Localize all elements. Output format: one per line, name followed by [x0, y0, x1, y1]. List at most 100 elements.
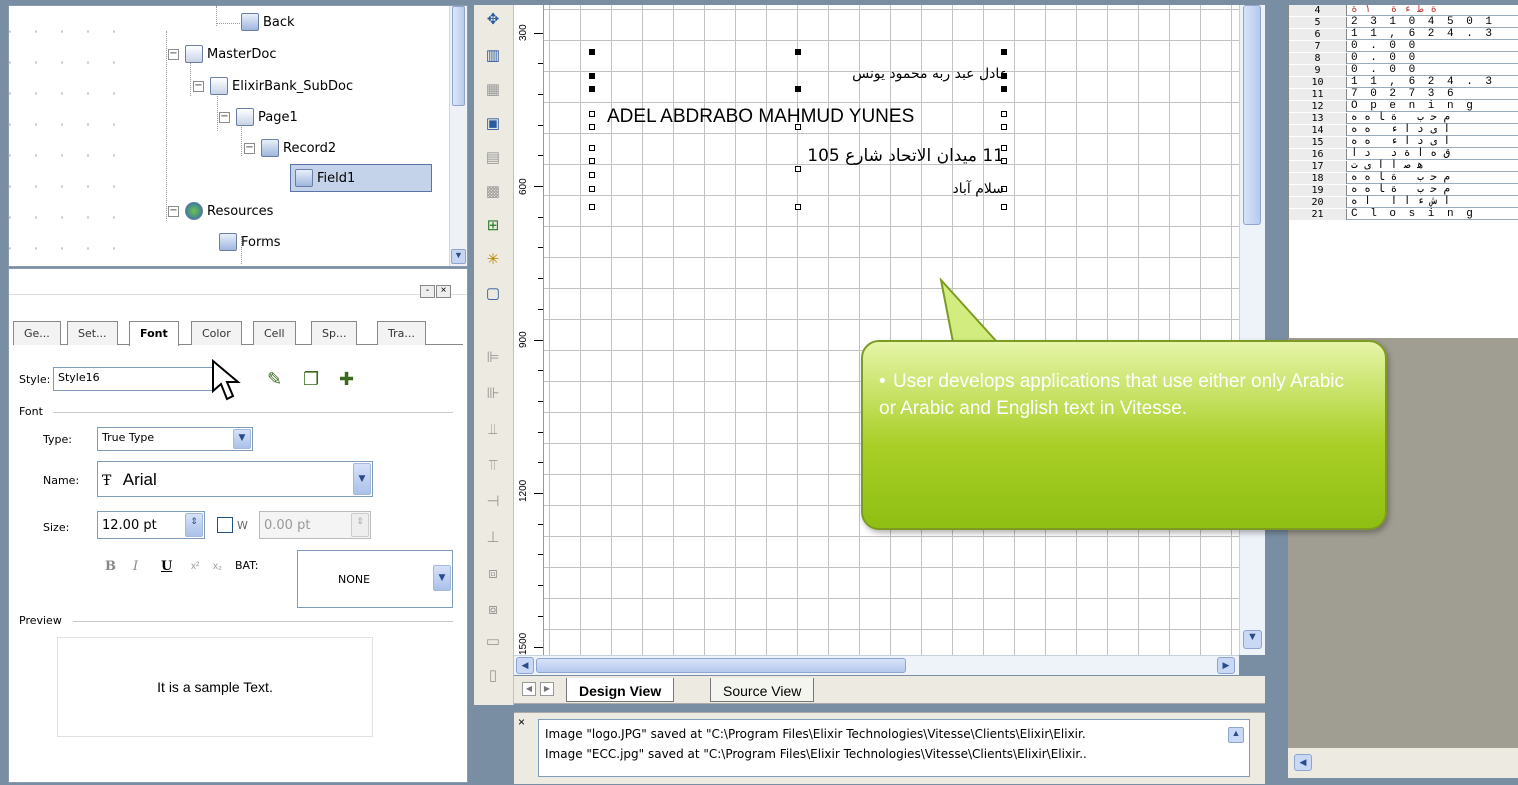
tree-item-field1[interactable]: Field1: [290, 164, 432, 192]
tab-transform[interactable]: Tra...: [377, 321, 426, 345]
selection-handle[interactable]: [1001, 204, 1007, 210]
collapse-icon[interactable]: −: [219, 111, 230, 123]
tab-color[interactable]: Color: [191, 321, 242, 345]
distribute-vertical-icon[interactable]: ⧇: [482, 599, 504, 621]
tree-item-page1[interactable]: − Page1: [219, 106, 298, 128]
tree-item-record2[interactable]: − Record2: [244, 137, 336, 159]
spinner-icon[interactable]: ⇕: [185, 513, 203, 537]
row-cells[interactable]: م ﺣ ب ة ﺎ ﻩ ﻩ: [1351, 185, 1450, 196]
city-field[interactable]: سلام آباد: [953, 181, 1005, 197]
row-cells[interactable]: C l o s i n g: [1351, 209, 1476, 220]
superscript-button[interactable]: x²: [191, 561, 199, 572]
subscript-button[interactable]: x₂: [213, 561, 222, 572]
align-right-icon[interactable]: ⊪: [482, 383, 504, 405]
align-left-icon[interactable]: ⊫: [482, 347, 504, 369]
chevron-down-icon[interactable]: ▼: [233, 429, 251, 449]
scrollbar-thumb[interactable]: [536, 658, 906, 673]
tree-item-elixirbank-subdoc[interactable]: − ElixirBank_SubDoc: [193, 75, 353, 97]
pointer-tool-icon[interactable]: ✥: [482, 9, 504, 31]
barcode-tool-icon[interactable]: ✳: [482, 249, 504, 271]
row-cells[interactable]: م ﺣ ب ة ﺎ ﻩ ﻩ: [1351, 113, 1450, 124]
selection-handle[interactable]: [795, 49, 801, 55]
row-cells[interactable]: 0 . 0 0: [1351, 53, 1418, 64]
text-tool-icon[interactable]: ▤: [482, 147, 504, 169]
selection-handle[interactable]: [1001, 124, 1007, 130]
selection-handle[interactable]: [795, 166, 801, 172]
width-checkbox[interactable]: [217, 517, 233, 533]
tab-font[interactable]: Font: [129, 321, 179, 346]
canvas-vertical-scrollbar[interactable]: ▼: [1239, 5, 1265, 655]
scroll-down-icon[interactable]: ▼: [451, 249, 466, 264]
address-field[interactable]: 11 ميدان الاتحاد شارع 105: [807, 146, 1004, 166]
collapse-icon[interactable]: −: [244, 142, 255, 154]
row-cells[interactable]: ﻕ ﻩ ا ة ﺩ ﺩ ا: [1351, 149, 1450, 160]
tree-item-forms[interactable]: Forms: [219, 231, 281, 253]
minimize-icon[interactable]: -: [420, 285, 435, 298]
row-cells[interactable]: 0 . 0 0: [1351, 65, 1418, 76]
tab-source-view[interactable]: Source View: [710, 678, 815, 702]
selection-handle[interactable]: [589, 145, 595, 151]
align-top-icon[interactable]: ⫪: [482, 455, 504, 477]
tab-scroll-right-icon[interactable]: ▶: [540, 682, 554, 696]
scroll-up-icon[interactable]: ▲: [1228, 727, 1244, 743]
canvas-horizontal-scrollbar[interactable]: ◀ ▶: [514, 655, 1239, 675]
english-name-field[interactable]: ADEL ABDRABO MAHMUD YUNES: [607, 106, 914, 128]
collapse-icon[interactable]: −: [168, 48, 179, 60]
collapse-icon[interactable]: −: [193, 80, 204, 92]
selection-handle[interactable]: [589, 172, 595, 178]
output-log[interactable]: Image "logo.JPG" saved at "C:\Program Fi…: [538, 719, 1250, 777]
row-cells[interactable]: ا ى ﺩ ا ﺀ ﻩ ﻩ: [1351, 137, 1450, 148]
selection-handle[interactable]: [1001, 86, 1007, 92]
size-spinner[interactable]: 12.00 pt ⇕: [97, 511, 205, 539]
selection-handle[interactable]: [795, 86, 801, 92]
selection-handle[interactable]: [589, 158, 595, 164]
selection-handle[interactable]: [1001, 49, 1007, 55]
distribute-horizontal-icon[interactable]: ⧈: [482, 563, 504, 585]
arabic-name-field[interactable]: عادل عبد ربه محمود يونس: [852, 66, 1008, 82]
tab-design-view[interactable]: Design View: [566, 678, 675, 702]
design-canvas[interactable]: [514, 5, 1239, 655]
chevron-down-icon[interactable]: ▼: [353, 463, 371, 495]
close-icon[interactable]: ×: [518, 716, 530, 729]
selection-handle[interactable]: [589, 111, 595, 117]
edit-style-icon[interactable]: ✎: [267, 369, 291, 391]
center-horizontal-icon[interactable]: ⊣: [482, 491, 504, 513]
scroll-right-icon[interactable]: ▶: [1217, 657, 1235, 674]
scrollbar-thumb[interactable]: [452, 6, 465, 106]
same-height-icon[interactable]: ▯: [482, 665, 504, 687]
row-cells[interactable]: 1 1 , 6 2 4 . 3: [1351, 29, 1495, 40]
tab-scroll-left-icon[interactable]: ◀: [522, 682, 536, 696]
style-input[interactable]: Style16: [53, 367, 213, 391]
selection-handle[interactable]: [1001, 111, 1007, 117]
center-vertical-icon[interactable]: ⊥: [482, 527, 504, 549]
selection-handle[interactable]: [589, 86, 595, 92]
tab-cell[interactable]: Cell: [253, 321, 296, 345]
row-cells[interactable]: 2 3 1 0 4 5 0 1: [1351, 17, 1495, 28]
bat-select[interactable]: NONE ▼: [297, 550, 453, 608]
align-bottom-icon[interactable]: ⫫: [482, 419, 504, 441]
new-style-icon[interactable]: ✚: [339, 369, 363, 391]
row-cells[interactable]: ا ى ﺩ ا ﺀ ﻩ ﻩ: [1351, 125, 1450, 136]
selection-handle[interactable]: [589, 73, 595, 79]
tree-item-back[interactable]: Back: [241, 11, 295, 33]
field-tool-icon[interactable]: ⊞: [482, 215, 504, 237]
row-cells[interactable]: ﻫ ﺻ ا ا ى ﺕ: [1351, 161, 1424, 172]
close-icon[interactable]: ×: [436, 285, 451, 298]
scrollbar-thumb[interactable]: [1243, 5, 1261, 225]
type-select[interactable]: True Type ▼: [97, 427, 253, 451]
font-name-select[interactable]: Ŧ Arial ▼: [97, 461, 373, 497]
tree-item-resources[interactable]: − Resources: [168, 200, 273, 222]
grid-tool-icon[interactable]: ▩: [482, 181, 504, 203]
bold-button[interactable]: B: [105, 559, 116, 574]
collapse-icon[interactable]: −: [168, 205, 179, 217]
selection-handle[interactable]: [589, 124, 595, 130]
row-cells[interactable]: ة ﻁ ء ة ۱ ة: [1351, 5, 1437, 16]
row-cells[interactable]: 1 1 , 6 2 4 . 3: [1351, 77, 1495, 88]
selection-handle[interactable]: [589, 49, 595, 55]
image-tool-icon[interactable]: ▣: [482, 113, 504, 135]
form-tool-icon[interactable]: ▢: [482, 283, 504, 305]
tab-general[interactable]: Ge...: [13, 321, 61, 345]
table-tool-icon[interactable]: ▦: [482, 79, 504, 101]
scroll-left-icon[interactable]: ◀: [516, 657, 534, 674]
tab-settings[interactable]: Set...: [67, 321, 118, 345]
